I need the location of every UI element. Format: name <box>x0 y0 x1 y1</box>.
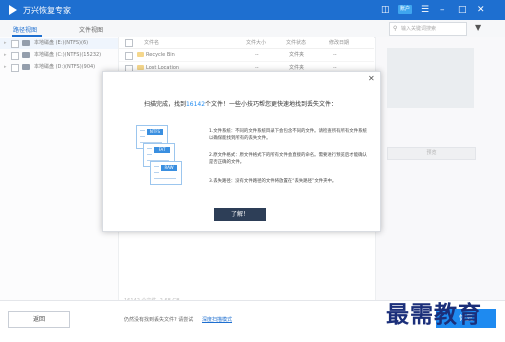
title-bar: 万兴恢复专家 ◫ 账户 ☰ – □ ✕ <box>0 0 505 20</box>
deep-scan-hint: 仍然没有找到丢失文件? 请尝试 <box>124 317 194 323</box>
maximize-icon[interactable]: □ <box>458 5 467 15</box>
minimize-icon[interactable]: – <box>440 5 445 15</box>
got-it-button[interactable]: 了解！ <box>214 208 266 221</box>
doc-line <box>154 172 159 173</box>
fs-badge-fat: FAT <box>154 147 170 153</box>
dialog-title: 扫描完成，找到16142个文件！一些小技巧帮您更快速地找到丢失文件： <box>102 99 379 108</box>
book-icon[interactable]: ◫ <box>381 5 390 15</box>
doc-line <box>140 130 145 131</box>
filter-icon[interactable]: ▼ <box>475 23 481 32</box>
found-count: 16142 <box>185 101 206 108</box>
app-logo-icon <box>9 5 17 15</box>
account-badge[interactable]: 账户 <box>398 5 412 14</box>
back-button[interactable]: 返回 <box>8 311 70 328</box>
search-icon: ⚲ <box>393 25 398 32</box>
tab-file-view[interactable]: 文件视图 <box>79 25 103 34</box>
search-placeholder: 输入关键词搜索 <box>401 26 437 32</box>
watermark-text: 最需教育 <box>386 301 482 328</box>
dialog-title-prefix: 扫描完成，找到 <box>143 101 186 108</box>
doc-line <box>147 154 152 155</box>
fs-badge-ntfs: NTFS <box>147 129 163 135</box>
document-icon: RAW <box>150 161 182 185</box>
menu-icon[interactable]: ☰ <box>421 5 429 15</box>
doc-line <box>154 178 176 179</box>
doc-line <box>140 136 145 137</box>
tip-file-system: 1.文件系统：不同的文件系统目录下会包含不同的文件。请检查所有所有文件系统以确保… <box>209 129 367 141</box>
doc-line <box>147 148 152 149</box>
tip-original-format: 2.原文件格式：原文件格式下的所有文件会直接的命名。需要进行预览后才能确认是否正… <box>209 153 367 165</box>
tab-path-view[interactable]: 路径视图 <box>13 25 37 34</box>
dialog-title-suffix: 个文件！一些小技巧帮您更快速地找到丢失文件： <box>205 101 338 108</box>
fs-badge-raw: RAW <box>161 165 177 171</box>
dialog-close-icon[interactable]: ✕ <box>368 74 375 83</box>
tip-lost-path: 3.丢失路径：没有文件路径的文件将放置在“丢失路径”文件夹中。 <box>209 179 337 184</box>
doc-line <box>154 166 159 167</box>
deep-scan-link[interactable]: 深度扫描模式 <box>202 316 232 323</box>
app-title: 万兴恢复专家 <box>23 6 71 15</box>
close-icon[interactable]: ✕ <box>477 5 485 15</box>
